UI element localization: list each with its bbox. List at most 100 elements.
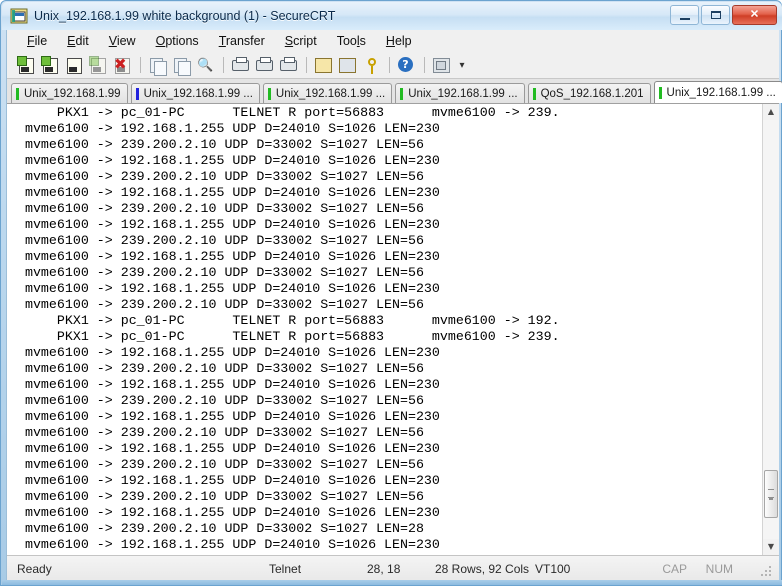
- resize-grip-icon[interactable]: [761, 566, 773, 578]
- tab-status-indicator: [532, 87, 536, 100]
- tab-label: QoS_192.168.1.201: [540, 87, 644, 100]
- menu-item-tools[interactable]: Tools: [327, 32, 376, 50]
- securecrt-window: Unix_192.168.1.99 white background (1) -…: [0, 0, 782, 586]
- scroll-up-icon[interactable]: ▲: [763, 104, 779, 120]
- tab-label: Unix_192.168.1.99: [24, 87, 121, 100]
- close-button[interactable]: ✕: [732, 5, 777, 25]
- menu-item-script[interactable]: Script: [275, 32, 327, 50]
- terminal-line: mvme6100 -> 239.200.2.10 UDP D=33002 S=1…: [9, 457, 424, 472]
- terminal-line: mvme6100 -> 192.168.1.255 UDP D=24010 S=…: [9, 441, 440, 456]
- tab-label: Unix_192.168.1.99 ...: [666, 86, 776, 99]
- tab-label: Unix_192.168.1.99 ...: [408, 87, 518, 100]
- terminal-line: mvme6100 -> 192.168.1.255 UDP D=24010 S=…: [9, 505, 440, 520]
- status-emulation: VT100: [535, 561, 571, 576]
- menu-bar: File Edit View Options Transfer Script T…: [7, 30, 779, 52]
- paste-icon[interactable]: [170, 55, 192, 76]
- terminal-line: mvme6100 -> 192.168.1.255 UDP D=24010 S=…: [9, 345, 440, 360]
- terminal-scrollbar[interactable]: ▲ ▼: [762, 104, 779, 555]
- terminal-line: mvme6100 -> 239.200.2.10 UDP D=33002 S=1…: [9, 393, 424, 408]
- terminal-line: mvme6100 -> 192.168.1.255 UDP D=24010 S=…: [9, 473, 440, 488]
- menu-item-file[interactable]: File: [17, 32, 57, 50]
- session-tab-bar: Unix_192.168.1.99 Unix_192.168.1.99 ... …: [7, 78, 782, 103]
- tab-unix-5-active[interactable]: Unix_192.168.1.99 ...: [653, 81, 782, 103]
- terminal-line: mvme6100 -> 239.200.2.10 UDP D=33002 S=1…: [9, 137, 424, 152]
- status-num-lock: NUM: [705, 561, 733, 576]
- toolbar-separator: [389, 57, 390, 73]
- connect-icon[interactable]: [15, 55, 37, 75]
- tab-status-indicator: [400, 87, 404, 100]
- menu-item-edit[interactable]: Edit: [57, 32, 99, 50]
- print-screen-icon[interactable]: [253, 55, 275, 75]
- status-cursor-position: 28, 18: [367, 561, 401, 576]
- terminal-output[interactable]: PKX1 -> pc_01-PC TELNET R port=56883 mvm…: [7, 104, 762, 555]
- menu-item-help[interactable]: Help: [376, 32, 422, 50]
- menu-item-options[interactable]: Options: [146, 32, 209, 50]
- clone-session-icon[interactable]: [87, 55, 109, 75]
- window-bottom-edge: [2, 580, 782, 585]
- scroll-down-icon[interactable]: ▼: [763, 539, 779, 555]
- disconnect-icon[interactable]: ✖: [111, 55, 133, 75]
- menu-item-transfer[interactable]: Transfer: [209, 32, 275, 50]
- terminal-line: mvme6100 -> 192.168.1.255 UDP D=24010 S=…: [9, 537, 440, 552]
- window-controls: ✕: [670, 5, 777, 25]
- log-session-icon[interactable]: [229, 55, 251, 75]
- tab-status-indicator: [135, 87, 139, 100]
- tab-unix-4[interactable]: Unix_192.168.1.99 ...: [395, 83, 525, 103]
- securecrt-app-icon: [10, 7, 28, 25]
- toolbar-separator: [424, 57, 425, 73]
- help-icon[interactable]: ?: [395, 55, 417, 75]
- key-icon[interactable]: [360, 55, 382, 75]
- status-dimensions: 28 Rows, 92 Cols: [435, 561, 530, 576]
- terminal-line: mvme6100 -> 239.200.2.10 UDP D=33002 S=1…: [9, 265, 424, 280]
- toolbar-separator: [140, 57, 141, 73]
- tab-unix-1[interactable]: Unix_192.168.1.99: [11, 83, 128, 103]
- terminal-area: PKX1 -> pc_01-PC TELNET R port=56883 mvm…: [7, 103, 779, 555]
- tab-qos[interactable]: QoS_192.168.1.201: [527, 83, 651, 103]
- quick-connect-icon[interactable]: [39, 55, 61, 75]
- toolbar-separator: [223, 57, 224, 73]
- status-ready: Ready: [17, 561, 52, 576]
- terminal-line: mvme6100 -> 192.168.1.255 UDP D=24010 S=…: [9, 153, 440, 168]
- terminal-line: PKX1 -> pc_01-PC TELNET R port=56883 mvm…: [9, 105, 560, 120]
- terminal-line: mvme6100 -> 192.168.1.255 UDP D=24010 S=…: [9, 409, 440, 424]
- terminal-line: PKX1 -> pc_01-PC TELNET R port=56883 mvm…: [9, 329, 560, 344]
- title-bar: Unix_192.168.1.99 white background (1) -…: [2, 2, 782, 30]
- scrollbar-thumb[interactable]: [764, 470, 778, 518]
- terminal-line: mvme6100 -> 192.168.1.255 UDP D=24010 S=…: [9, 121, 440, 136]
- toolbar-overflow-icon[interactable]: ▾: [456, 60, 468, 71]
- tab-label: Unix_192.168.1.99 ...: [143, 87, 253, 100]
- window-title: Unix_192.168.1.99 white background (1) -…: [34, 9, 336, 23]
- connect-in-tab-icon[interactable]: [63, 55, 85, 75]
- terminal-line: mvme6100 -> 192.168.1.255 UDP D=24010 S=…: [9, 185, 440, 200]
- global-options-icon[interactable]: [336, 55, 358, 75]
- terminal-line: mvme6100 -> 239.200.2.10 UDP D=33002 S=1…: [9, 361, 424, 376]
- terminal-line: mvme6100 -> 239.200.2.10 UDP D=33002 S=1…: [9, 297, 424, 312]
- find-icon[interactable]: 🔍: [194, 55, 216, 75]
- status-protocol: Telnet: [269, 561, 302, 576]
- terminal-line: mvme6100 -> 239.200.2.10 UDP D=33002 S=1…: [9, 233, 424, 248]
- terminal-line: mvme6100 -> 239.200.2.10 UDP D=33002 S=1…: [9, 489, 424, 504]
- tab-unix-3[interactable]: Unix_192.168.1.99 ...: [262, 83, 393, 103]
- tab-status-indicator: [267, 87, 271, 100]
- toolbar: ✖ 🔍 ? ▾: [7, 52, 779, 78]
- tab-status-indicator: [16, 87, 19, 100]
- maximize-button[interactable]: [701, 5, 730, 25]
- menu-item-view[interactable]: View: [99, 32, 146, 50]
- copy-icon[interactable]: [146, 55, 168, 76]
- terminal-line: mvme6100 -> 192.168.1.255 UDP D=24010 S=…: [9, 377, 440, 392]
- session-options-icon[interactable]: [312, 55, 334, 75]
- status-caps-lock: CAP: [662, 561, 687, 576]
- client-area: File Edit View Options Transfer Script T…: [6, 30, 782, 582]
- terminal-line: mvme6100 -> 239.200.2.10 UDP D=33002 S=1…: [9, 169, 424, 184]
- terminal-line: mvme6100 -> 192.168.1.255 UDP D=24010 S=…: [9, 217, 440, 232]
- status-bar: Ready Telnet 28, 18 28 Rows, 92 Cols VT1…: [7, 555, 779, 581]
- terminal-line: mvme6100 -> 239.200.2.10 UDP D=33002 S=1…: [9, 521, 424, 536]
- tile-windows-icon[interactable]: [430, 55, 452, 75]
- terminal-line: mvme6100 -> 239.200.2.10 UDP D=33002 S=1…: [9, 201, 424, 216]
- print-icon[interactable]: [277, 55, 299, 75]
- minimize-button[interactable]: [670, 5, 699, 25]
- close-icon: ✕: [749, 8, 760, 21]
- tab-unix-2[interactable]: Unix_192.168.1.99 ...: [130, 83, 260, 103]
- terminal-line: mvme6100 -> 239.200.2.10 UDP D=33002 S=1…: [9, 425, 424, 440]
- terminal-line: mvme6100 -> 192.168.1.255 UDP D=24010 S=…: [9, 249, 440, 264]
